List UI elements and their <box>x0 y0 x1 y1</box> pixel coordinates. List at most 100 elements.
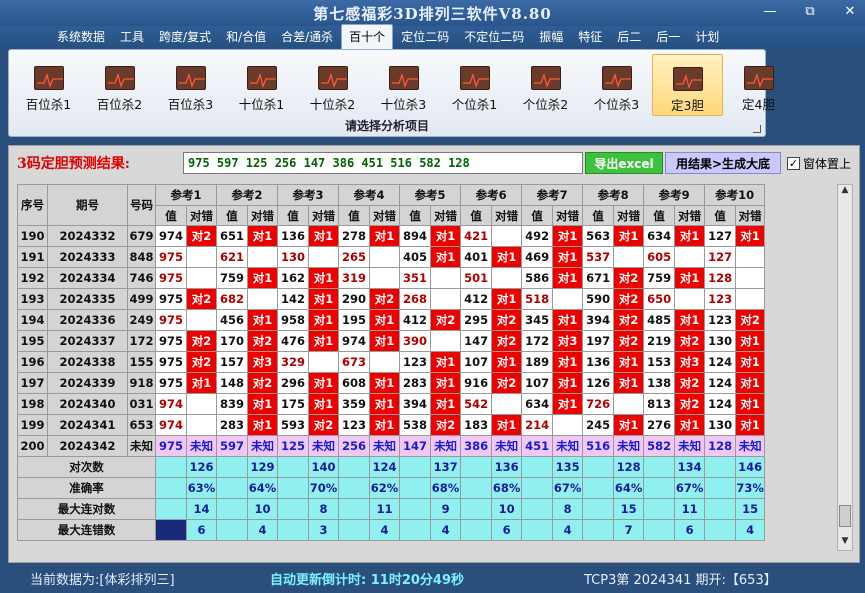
export-excel-button[interactable]: 导出excel <box>585 152 663 174</box>
table-row[interactable]: 191 2024333 848 975 621 130 265 405 对1 401 对1 469 对1… <box>17 246 766 268</box>
cell-value: 673 <box>338 351 371 373</box>
ribbon-button-label: 个位杀1 <box>451 97 498 112</box>
cell-seq: 199 <box>17 414 48 436</box>
cell-result: 未知 <box>247 435 279 457</box>
stat-blank <box>643 456 676 478</box>
table-row[interactable]: 196 2024338 155 975 对2 157 对3 329 673 123 对1 107 对1 1… <box>17 351 766 373</box>
stat-blank <box>582 498 615 520</box>
menu-item-1[interactable]: 工具 <box>113 25 151 49</box>
generate-bigbase-button[interactable]: 用结果>生成大底 <box>665 152 781 174</box>
cell-value: 142 <box>277 288 310 310</box>
cell-result: 对1 <box>552 351 584 373</box>
stat-row: 准确率 63% 64% 70% 62% 68% 68% 67% 64% 67% 73% <box>17 477 766 499</box>
table-row[interactable]: 195 2024337 172 975 对2 170 对2 476 对1 974 对1 390 147 对… <box>17 330 766 352</box>
stat-blank <box>216 498 249 520</box>
menu-item-7[interactable]: 不定位二码 <box>457 25 531 49</box>
ribbon-button-10[interactable]: 定4胆 <box>723 54 794 116</box>
table-row[interactable]: 194 2024336 249 975 456 对1 958 对1 195 对1 412 对2 295 对… <box>17 309 766 331</box>
stat-value: 67% <box>674 477 706 499</box>
subheader-value: 值 <box>155 205 187 226</box>
table-row[interactable]: 193 2024335 499 975 对2 682 142 对1 290 对2 268 412 对1 5… <box>17 288 766 310</box>
ribbon-button-3[interactable]: 十位杀1 <box>226 54 297 116</box>
menu-item-2[interactable]: 跨度/复式 <box>152 25 218 49</box>
scroll-down-icon[interactable]: ▼ <box>838 536 852 550</box>
cell-result: 对2 <box>491 330 523 352</box>
cell-code: 172 <box>127 330 156 352</box>
cell-result: 未知 <box>552 435 584 457</box>
ribbon-button-7[interactable]: 个位杀2 <box>510 54 581 116</box>
menu-item-6[interactable]: 定位二码 <box>394 25 456 49</box>
cell-result: 对1 <box>552 309 584 331</box>
subheader-value: 值 <box>338 205 371 226</box>
prediction-result-field[interactable]: 975 597 125 256 147 386 451 516 582 128 <box>183 152 583 174</box>
ribbon-button-9[interactable]: 定3胆 <box>652 54 723 116</box>
menu-item-5[interactable]: 百十个 <box>341 24 394 49</box>
menu-item-10[interactable]: 后二 <box>610 25 648 49</box>
ribbon-button-4[interactable]: 十位杀2 <box>297 54 368 116</box>
ribbon-button-label: 十位杀2 <box>309 97 356 112</box>
stat-blank <box>338 456 371 478</box>
stat-blank <box>582 519 615 541</box>
cell-result <box>185 309 218 331</box>
maximize-button[interactable]: ⧉ <box>801 4 819 19</box>
table-row[interactable]: 192 2024334 746 975 759 对1 162 对1 319 351 501 586 对1… <box>17 267 766 289</box>
cell-result: 对1 <box>430 246 462 268</box>
stat-blank <box>521 519 554 541</box>
window-ontop-toggle[interactable]: ✓ 窗体置上 <box>787 155 851 172</box>
cell-value: 394 <box>399 393 432 415</box>
cell-value: 162 <box>277 267 310 289</box>
window-controls: — ⧉ ✕ <box>761 4 859 19</box>
ribbon-button-1[interactable]: 百位杀2 <box>84 54 155 116</box>
menu-item-3[interactable]: 和/合值 <box>219 25 273 49</box>
scroll-up-icon[interactable]: ▲ <box>838 185 852 199</box>
status-bar: 当前数据为:[体彩排列三] 自动更新倒计时: 11时20分49秒 TCP3第 2… <box>0 563 865 593</box>
cell-seq: 195 <box>17 330 48 352</box>
table-row[interactable]: 190 2024332 679 974 对2 651 对1 136 对1 278 对1 894 对1 42… <box>17 225 766 247</box>
cell-value: 975 <box>155 246 187 268</box>
stat-value: 124 <box>369 456 401 478</box>
table-row[interactable]: 198 2024340 031 974 839 对1 175 对1 359 对1 394 对1 542 6… <box>17 393 766 415</box>
cell-value: 958 <box>277 309 310 331</box>
cell-code: 155 <box>127 351 156 373</box>
ribbon-button-6[interactable]: 个位杀1 <box>439 54 510 116</box>
menu-item-9[interactable]: 特征 <box>571 25 609 49</box>
chart-pulse-icon <box>317 66 348 90</box>
menu-item-4[interactable]: 合差/通杀 <box>274 25 340 49</box>
stat-blank <box>399 519 432 541</box>
cell-result: 未知 <box>613 435 645 457</box>
cell-result: 未知 <box>308 435 340 457</box>
scroll-thumb[interactable] <box>839 505 851 527</box>
stat-value: 63% <box>185 477 218 499</box>
cell-seq: 193 <box>17 288 48 310</box>
cell-seq: 190 <box>17 225 48 247</box>
stat-value: 4 <box>430 519 462 541</box>
menu-item-8[interactable]: 振幅 <box>532 25 570 49</box>
col-header-ref: 参考8 <box>582 184 645 206</box>
ribbon-button-2[interactable]: 百位杀3 <box>155 54 226 116</box>
ontop-checkbox[interactable]: ✓ <box>787 156 800 170</box>
prediction-row[interactable]: 200 2024342 未知 975 未知 597 未知 125 未知 256 未知 147 未知 386… <box>17 435 766 457</box>
minimize-button[interactable]: — <box>761 4 779 19</box>
stat-blank <box>582 456 615 478</box>
cell-result: 对1 <box>674 267 706 289</box>
menu-item-0[interactable]: 系统数据 <box>50 25 112 49</box>
cell-value: 127 <box>704 225 737 247</box>
stat-value: 68% <box>430 477 462 499</box>
cell-value: 127 <box>704 246 737 268</box>
ribbon-button-5[interactable]: 十位杀3 <box>368 54 439 116</box>
ribbon-button-8[interactable]: 个位杀3 <box>581 54 652 116</box>
table-row[interactable]: 197 2024339 918 975 对1 148 对2 296 对1 608 对1 283 对1 91… <box>17 372 766 394</box>
table-row[interactable]: 199 2024341 653 974 283 对1 593 对2 123 对1 538 对2 183 对… <box>17 414 766 436</box>
cell-result <box>674 246 706 268</box>
stat-blank <box>216 519 249 541</box>
vertical-scrollbar[interactable]: ▲ ▼ <box>837 184 853 551</box>
ribbon-launcher-icon[interactable] <box>753 125 761 133</box>
menu-item-11[interactable]: 后一 <box>649 25 687 49</box>
stat-row: 最大连错数 6 4 3 4 4 6 4 7 6 4 <box>17 519 766 541</box>
ribbon-button-0[interactable]: 百位杀1 <box>13 54 84 116</box>
cell-result: 对2 <box>674 372 706 394</box>
menu-item-12[interactable]: 计划 <box>688 25 726 49</box>
cell-code: 746 <box>127 267 156 289</box>
close-button[interactable]: ✕ <box>841 4 859 19</box>
chart-pulse-icon <box>672 67 703 91</box>
